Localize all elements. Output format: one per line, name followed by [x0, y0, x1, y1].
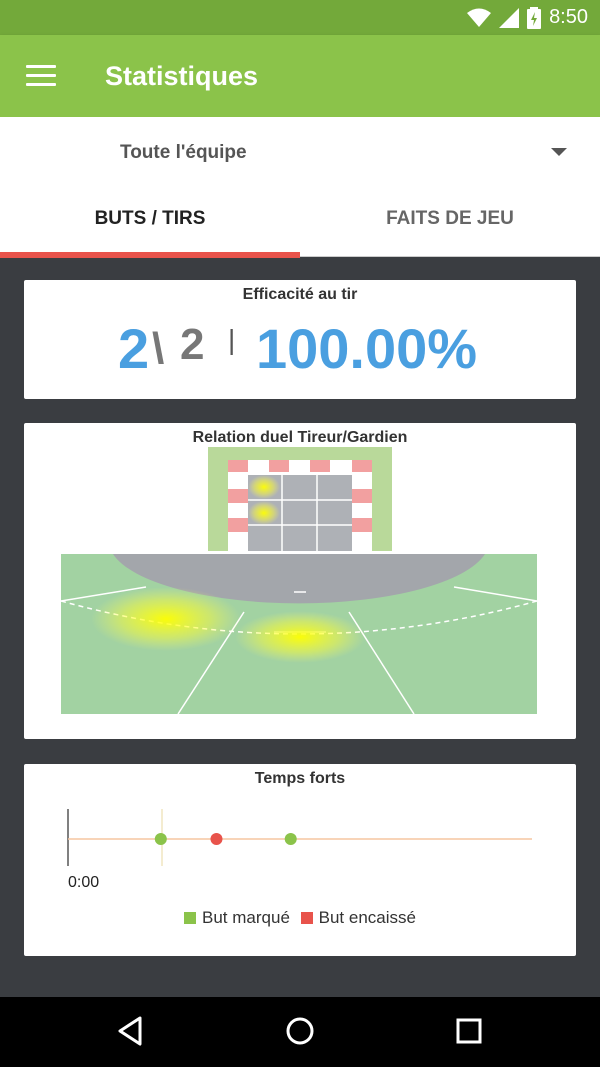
- efficiency-row: 2 \ 2 | 100.00%: [24, 316, 576, 380]
- battery-icon: [527, 6, 542, 29]
- menu-icon[interactable]: [26, 65, 56, 87]
- timeline-title: Temps forts: [254, 770, 346, 787]
- efficiency-percentage: 100.00%: [256, 317, 478, 380]
- navigation-bar: [0, 997, 600, 1067]
- efficiency-divider: |: [228, 324, 236, 355]
- team-selector-value: Toute l'équipe: [120, 142, 247, 163]
- goals-separator: \: [152, 324, 165, 373]
- tab-label: FAITS DE JEU: [386, 208, 514, 229]
- timeline-chart: [67, 809, 532, 866]
- home-icon[interactable]: [285, 1015, 315, 1047]
- legend-scored: But marqué: [184, 908, 290, 928]
- dropdown-arrow-icon[interactable]: [551, 148, 567, 156]
- duel-card: Relation duel Tireur/Gardien: [24, 423, 576, 739]
- timeline-card: Temps forts 0:00 But marqué But encaissé: [24, 764, 576, 956]
- tab-indicator: [0, 252, 300, 258]
- app-bar: Statistiques: [0, 35, 600, 117]
- court-diagram: [61, 447, 537, 714]
- timeline-event-scored: [284, 833, 297, 845]
- tab-buts-tirs[interactable]: BUTS / TIRS: [0, 187, 300, 258]
- tab-bar: BUTS / TIRS FAITS DE JEU: [0, 187, 600, 258]
- timeline-start-label: 0:00: [68, 874, 100, 891]
- tab-label: BUTS / TIRS: [94, 208, 206, 229]
- timeline-legend: But marqué But encaissé: [24, 908, 576, 929]
- goal-frame: [228, 460, 372, 551]
- wifi-icon: [467, 8, 492, 27]
- court-zone: [61, 554, 537, 714]
- timeline-event-scored: [154, 833, 167, 845]
- shots-total: 2: [180, 320, 205, 369]
- legend-conceded: But encaissé: [300, 908, 416, 928]
- tab-faits-de-jeu[interactable]: FAITS DE JEU: [300, 187, 600, 257]
- efficiency-card: Efficacité au tir 2 \ 2 | 100.00%: [24, 280, 576, 399]
- overview-icon[interactable]: [454, 1015, 484, 1047]
- timeline-event-conceded: [210, 833, 223, 845]
- status-time: 8:50: [549, 6, 588, 28]
- efficiency-title: Efficacité au tir: [242, 286, 358, 303]
- duel-title: Relation duel Tireur/Gardien: [192, 429, 408, 446]
- signal-icon: [499, 7, 520, 28]
- back-icon[interactable]: [116, 1015, 146, 1047]
- goals-scored: 2: [118, 317, 150, 380]
- page-title: Statistiques: [105, 61, 259, 91]
- status-bar: 8:50: [0, 0, 600, 35]
- team-selector[interactable]: Toute l'équipe: [0, 117, 600, 187]
